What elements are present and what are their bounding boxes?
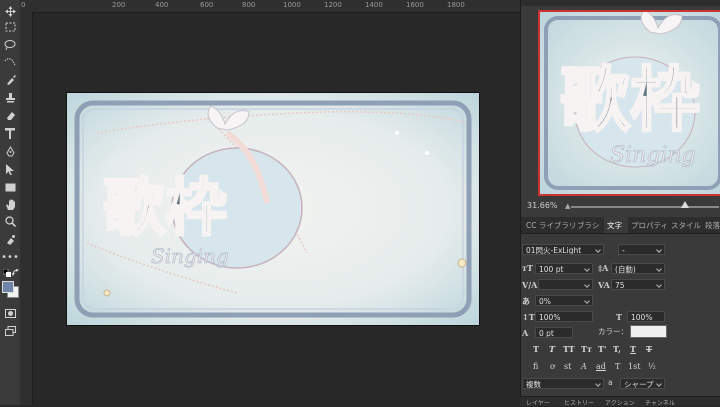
quick-select-icon[interactable] — [3, 54, 17, 68]
faux-bold-button[interactable]: T — [533, 344, 539, 354]
rectangle-icon[interactable] — [3, 180, 17, 194]
horizontal-scale-field[interactable]: 100% — [627, 311, 665, 322]
baseline-shift-field[interactable]: 0 pt — [535, 327, 573, 338]
artwork-title: 歌枠 — [103, 171, 227, 244]
old-style-button[interactable]: ơ — [550, 362, 555, 371]
foreground-color-swatch[interactable] — [2, 281, 14, 293]
preview-script: Singing — [610, 143, 696, 168]
ruler-label: 1600 — [406, 1, 424, 9]
tab-paragraph[interactable]: 段落 — [705, 220, 720, 231]
vertical-ruler — [20, 12, 33, 405]
tab-layers[interactable]: レイヤー — [526, 398, 550, 407]
ruler-label: 1200 — [324, 1, 342, 9]
zoom-level[interactable]: 31.66% — [527, 201, 558, 210]
type-icon[interactable] — [3, 126, 17, 140]
lasso-icon[interactable] — [3, 37, 17, 51]
eraser-icon[interactable] — [3, 108, 17, 122]
screen-mode-icon[interactable] — [3, 324, 17, 338]
artwork-script: Singing — [151, 244, 229, 268]
titling-button[interactable]: ad — [596, 362, 606, 371]
font-size-icon: ᴛT — [522, 263, 533, 273]
vertical-scale-icon: ↕T — [522, 312, 535, 322]
vertical-scale-field[interactable]: 100% — [535, 311, 593, 322]
zoom-slider-thumb[interactable] — [681, 201, 689, 208]
color-label: カラー： — [598, 327, 628, 336]
ruler-label: 800 — [242, 1, 256, 9]
ruler-label: 200 — [112, 1, 126, 9]
font-size-field[interactable]: 100 pt — [535, 263, 593, 274]
language-select[interactable]: 複数 — [522, 378, 604, 389]
fractions-button[interactable]: ½ — [648, 362, 656, 371]
leading-icon: ‡A — [598, 263, 609, 273]
brush-icon[interactable] — [3, 72, 17, 86]
horizontal-ruler: 0 200 400 600 800 1000 1200 1400 1600 18… — [20, 0, 520, 13]
preview-title: 歌枠 — [560, 58, 700, 141]
tsume-field[interactable]: 0% — [535, 295, 593, 306]
more-icon[interactable]: ••• — [1, 251, 19, 265]
ligatures-button[interactable]: fi — [533, 362, 538, 371]
font-family-select[interactable]: 01閃火-ExLight — [522, 244, 604, 255]
document-canvas[interactable]: 歌枠 Singing — [67, 93, 479, 325]
ruler-label: 0 — [21, 1, 26, 9]
artwork: 歌枠 Singing — [67, 93, 479, 325]
zoom-slider[interactable] — [571, 206, 719, 208]
kerning-icon: V/A — [522, 280, 538, 290]
gradient-icon[interactable] — [3, 232, 17, 246]
path-select-icon[interactable] — [3, 162, 17, 176]
pen-icon[interactable] — [3, 144, 17, 158]
stamp-icon[interactable] — [3, 90, 17, 104]
ornaments-button[interactable]: T — [615, 362, 620, 371]
hand-icon[interactable] — [3, 197, 17, 211]
tracking-icon: VA — [598, 280, 610, 290]
ruler-label: 1400 — [365, 1, 383, 9]
horizontal-scale-icon: T — [616, 312, 622, 322]
text-color-swatch[interactable] — [630, 325, 667, 338]
tsume-icon: あ — [522, 296, 530, 306]
strikethrough-button[interactable]: T — [646, 344, 652, 354]
tab-cc-libraries[interactable]: CC ライブラリ — [526, 220, 576, 231]
tab-brushes[interactable]: ブラシ — [577, 220, 599, 231]
ruler-label: 1000 — [283, 1, 301, 9]
font-style-select[interactable]: - — [618, 244, 665, 255]
quick-mask-icon[interactable] — [3, 306, 17, 320]
tab-styles[interactable]: スタイル — [671, 220, 701, 231]
tab-history[interactable]: ヒストリー — [564, 398, 594, 407]
antialias-select[interactable]: シャープ — [620, 378, 665, 389]
panel-tabs: CC ライブラリ ブラシ 文字 プロパティ スタイル 段落 — [521, 217, 720, 234]
small-caps-button[interactable]: Tт — [581, 344, 592, 354]
zoom-row: 31.66% ▲ — [521, 199, 720, 215]
leading-field[interactable]: (自動) — [611, 263, 665, 274]
subscript-button[interactable]: T, — [613, 344, 621, 354]
ruler-label: 1800 — [447, 1, 465, 9]
stylistic-alternates-button[interactable]: A — [581, 362, 587, 371]
navigator-header — [521, 0, 720, 6]
tools-panel: ••• — [0, 0, 21, 405]
marquee-icon[interactable] — [3, 20, 17, 34]
zoom-out-icon[interactable]: ▲ — [565, 202, 570, 210]
tab-properties[interactable]: プロパティ — [631, 220, 668, 231]
faux-italic-button[interactable]: T — [549, 344, 555, 354]
tracking-field[interactable]: 75 — [611, 279, 665, 290]
tab-actions[interactable]: アクション — [605, 398, 635, 407]
ruler-label: 400 — [155, 1, 169, 9]
zoom-icon[interactable] — [3, 214, 17, 228]
antialias-icon: a — [608, 378, 613, 387]
baseline-shift-icon: A — [522, 328, 529, 338]
ruler-label: 600 — [200, 1, 214, 9]
tab-channels[interactable]: チャンネル — [645, 398, 675, 407]
superscript-button[interactable]: T' — [598, 344, 606, 354]
swash-button[interactable]: st — [564, 362, 571, 371]
navigator-preview: 歌枠 Singing — [540, 12, 720, 194]
ordinals-button[interactable]: 1st — [628, 362, 640, 371]
all-caps-button[interactable]: TT — [563, 344, 575, 354]
navigator-thumbnail[interactable]: 歌枠 Singing — [538, 10, 720, 196]
move-icon[interactable] — [3, 4, 17, 18]
kerning-field[interactable] — [538, 279, 593, 290]
tab-character[interactable]: 文字 — [607, 220, 622, 231]
underline-button[interactable]: T — [630, 344, 636, 354]
